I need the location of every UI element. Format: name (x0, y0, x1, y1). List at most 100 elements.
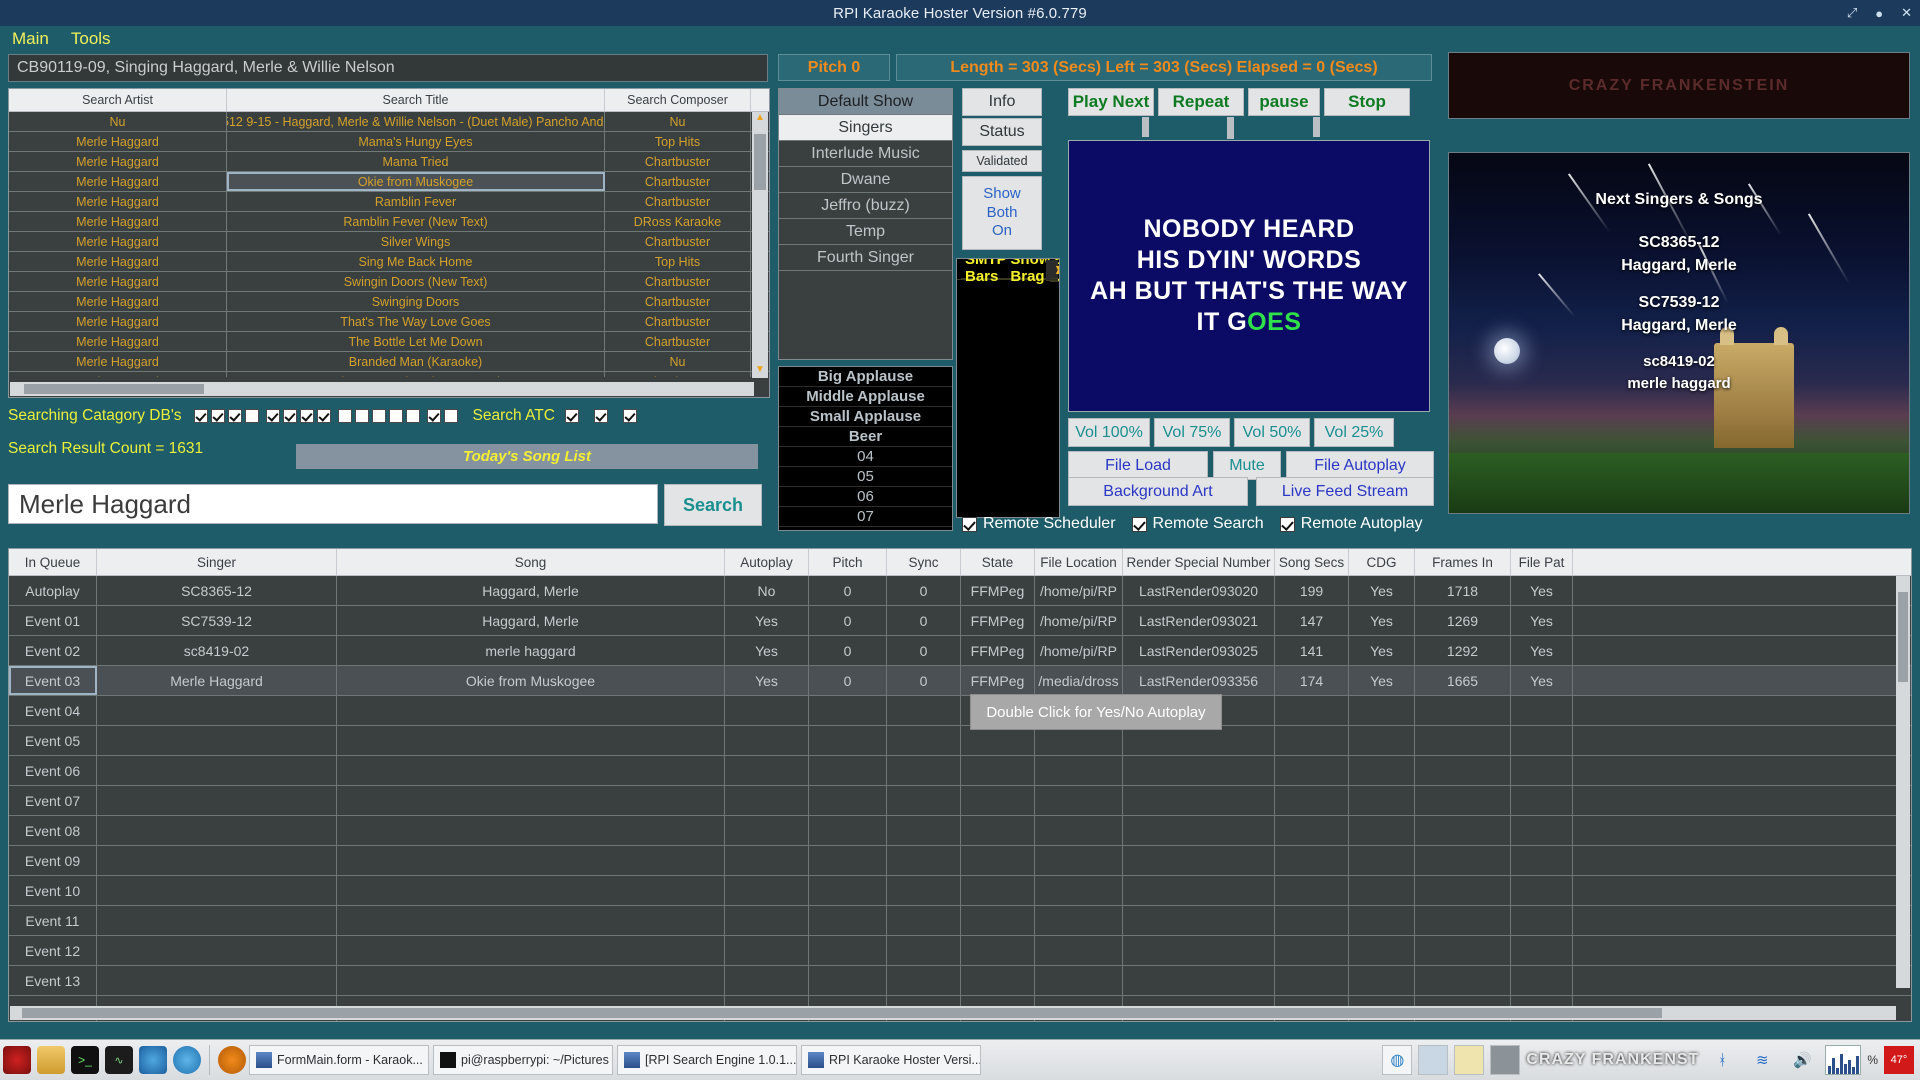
search-grid-hscrollbar[interactable] (10, 382, 754, 396)
scroll-down-icon[interactable]: ▼ (752, 364, 768, 378)
column-search-artist[interactable]: Search Artist (9, 89, 227, 111)
file-load-button[interactable]: File Load (1068, 451, 1208, 480)
workspace-1-icon[interactable]: ◍ (1382, 1045, 1412, 1075)
search-grid-hscroll-thumb[interactable] (24, 384, 204, 394)
applause-item-2[interactable]: Small Applause (779, 407, 952, 427)
taskbar-item-search-engine[interactable]: [RPI Search Engine 1.0.1... (617, 1045, 797, 1075)
search-grid-row[interactable]: Merle HaggardThat's The Way Love GoesCha… (9, 312, 769, 332)
pause-button[interactable]: pause (1248, 88, 1320, 116)
category-checkbox-4[interactable] (245, 409, 259, 423)
search-grid-row[interactable]: Merle HaggardOkie from MuskogeeChartbust… (9, 172, 769, 192)
scene-item-0[interactable]: SMTP Bars (961, 259, 1006, 280)
category-checkbox-13[interactable] (406, 409, 420, 423)
queue-row[interactable]: Event 05 (9, 726, 1911, 756)
applause-item-4[interactable]: 04 (779, 447, 952, 467)
search-grid-vscrollbar[interactable]: ▲ ▼ (752, 112, 768, 378)
cpu-monitor[interactable] (1825, 1045, 1861, 1075)
show-item-6[interactable]: Fourth Singer (779, 245, 952, 271)
play-next-button[interactable]: Play Next (1068, 88, 1154, 116)
applause-item-8[interactable]: 08 (779, 527, 952, 531)
mute-button[interactable]: Mute (1213, 451, 1281, 480)
queue-column-autoplay[interactable]: Autoplay (725, 549, 809, 575)
queue-column-pitch[interactable]: Pitch (809, 549, 887, 575)
queue-row[interactable]: Event 08 (9, 816, 1911, 846)
taskbar-item-terminal[interactable]: pi@raspberrypi: ~/Pictures (433, 1045, 613, 1075)
remote-scheduler-checkbox[interactable] (962, 517, 977, 532)
maximize-icon[interactable]: ⤢ (1847, 5, 1857, 21)
search-grid-vscroll-thumb[interactable] (754, 134, 766, 190)
scene-scroll-down-icon[interactable]: ▼ (1050, 258, 1060, 279)
show-item-0[interactable]: Default Show (779, 89, 952, 115)
vol-50-button[interactable]: Vol 50% (1234, 418, 1310, 447)
search-grid-row[interactable]: Merle HaggardRamblin FeverChartbuster (9, 192, 769, 212)
applause-item-3[interactable]: Beer (779, 427, 952, 447)
column-search-composer[interactable]: Search Composer (605, 89, 751, 111)
show-item-2[interactable]: Interlude Music (779, 141, 952, 167)
validated-button[interactable]: Validated (962, 150, 1042, 172)
browser-icon[interactable] (173, 1046, 201, 1074)
queue-row[interactable]: Event 02sc8419-02merle haggardYes00FFMPe… (9, 636, 1911, 666)
close-icon[interactable]: ✕ (1901, 5, 1912, 21)
show-item-5[interactable]: Temp (779, 219, 952, 245)
applause-item-6[interactable]: 06 (779, 487, 952, 507)
queue-column-singer[interactable]: Singer (97, 549, 337, 575)
search-grid-row[interactable]: Merle HaggardMama's Hungy EyesTop Hits (9, 132, 769, 152)
applause-item-1[interactable]: Middle Applause (779, 387, 952, 407)
raspberry-menu-icon[interactable] (3, 1046, 31, 1074)
terminal-icon[interactable]: >_ (71, 1046, 99, 1074)
search-grid-row[interactable]: Merle HaggardBranded Man (Karaoke)Nu (9, 352, 769, 372)
queue-column-render[interactable]: Render Special Number (1123, 549, 1275, 575)
category-checkbox-12[interactable] (389, 409, 403, 423)
queue-row[interactable]: Event 13 (9, 966, 1911, 996)
chromium-icon[interactable] (139, 1046, 167, 1074)
queue-vscrollbar[interactable] (1896, 576, 1910, 988)
search-grid-row[interactable]: Merle HaggardSing Me Back HomeTop Hits (9, 252, 769, 272)
wifi-icon[interactable]: ≋ (1748, 1046, 1776, 1074)
menu-item-tools[interactable]: Tools (71, 29, 111, 49)
queue-row[interactable]: Event 07 (9, 786, 1911, 816)
atc-checkbox-1[interactable] (565, 409, 579, 423)
atc-checkbox-2[interactable] (594, 409, 608, 423)
show-item-4[interactable]: Jeffro (buzz) (779, 193, 952, 219)
scene-list[interactable]: SMTP BarsShow BragBlank CyanPl Stnd ByMt… (956, 258, 1060, 518)
queue-row[interactable]: Event 12 (9, 936, 1911, 966)
todays-song-list-button[interactable]: Today's Song List (296, 444, 758, 469)
category-checkbox-2[interactable] (211, 409, 225, 423)
search-grid-row[interactable]: Merle HaggardToday I Started Loving you … (9, 372, 769, 377)
category-checkbox-9[interactable] (338, 409, 352, 423)
vol-25-button[interactable]: Vol 25% (1314, 418, 1394, 447)
category-checkbox-14[interactable] (427, 409, 441, 423)
category-checkbox-5[interactable] (266, 409, 280, 423)
queue-row[interactable]: Event 03Merle HaggardOkie from MuskogeeY… (9, 666, 1911, 696)
category-checkbox-8[interactable] (317, 409, 331, 423)
show-list-panel[interactable]: Default ShowSingersInterlude MusicDwaneJ… (778, 88, 953, 360)
bluetooth-icon[interactable]: ᚼ (1708, 1046, 1736, 1074)
queue-row[interactable]: Event 01SC7539-12Haggard, MerleYes00FFMP… (9, 606, 1911, 636)
queue-column-cdg[interactable]: CDG (1349, 549, 1415, 575)
vol-75-button[interactable]: Vol 75% (1154, 418, 1230, 447)
pitch-display[interactable]: Pitch 0 (778, 54, 890, 81)
next-singers-panel[interactable]: Next Singers & Songs SC8365-12 Haggard, … (1448, 152, 1910, 514)
search-grid-row[interactable]: Merle HaggardSwinging DoorsChartbuster (9, 292, 769, 312)
scene-item-1[interactable]: Show Brag (1006, 259, 1050, 280)
category-checkbox-10[interactable] (355, 409, 369, 423)
menu-item-main[interactable]: Main (12, 29, 49, 49)
search-grid-row[interactable]: Merle HaggardSilver WingsChartbuster (9, 232, 769, 252)
monitor-icon[interactable]: ∿ (105, 1046, 133, 1074)
status-button[interactable]: Status (962, 118, 1042, 146)
queue-row[interactable]: Event 10 (9, 876, 1911, 906)
applause-list[interactable]: Big ApplauseMiddle ApplauseSmall Applaus… (778, 366, 953, 531)
live-feed-stream-button[interactable]: Live Feed Stream (1256, 477, 1434, 506)
search-results-grid[interactable]: Search Artist Search Title Search Compos… (8, 88, 770, 398)
now-playing-field[interactable]: CB90119-09, Singing Haggard, Merle & Wil… (8, 54, 768, 82)
minimize-icon[interactable]: ● (1875, 6, 1883, 21)
workspace-4-icon[interactable] (1490, 1045, 1520, 1075)
category-checkbox-7[interactable] (300, 409, 314, 423)
repeat-button[interactable]: Repeat (1158, 88, 1244, 116)
queue-column-in_queue[interactable]: In Queue (9, 549, 97, 575)
category-checkbox-6[interactable] (283, 409, 297, 423)
stop-button[interactable]: Stop (1324, 88, 1410, 116)
category-checkbox-11[interactable] (372, 409, 386, 423)
category-checkbox-15[interactable] (444, 409, 458, 423)
applause-item-0[interactable]: Big Applause (779, 367, 952, 387)
